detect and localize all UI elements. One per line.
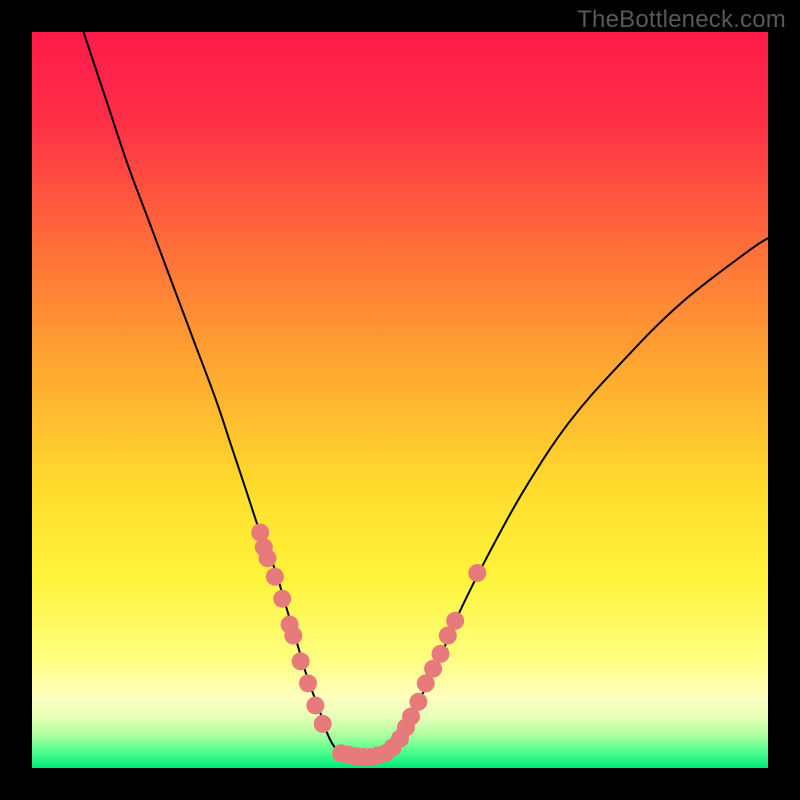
chart-background (32, 32, 768, 768)
chart-svg (32, 32, 768, 768)
data-point (266, 568, 284, 586)
data-point (431, 645, 449, 663)
data-point (292, 652, 310, 670)
watermark-text: TheBottleneck.com (577, 6, 786, 34)
data-point (446, 612, 464, 630)
chart-plot (32, 32, 768, 768)
data-point (259, 549, 277, 567)
data-point (314, 715, 332, 733)
chart-frame: TheBottleneck.com (0, 0, 800, 800)
data-point (306, 696, 324, 714)
data-point (273, 590, 291, 608)
data-point (299, 674, 317, 692)
data-point (468, 564, 486, 582)
data-point (409, 693, 427, 711)
data-point (284, 627, 302, 645)
